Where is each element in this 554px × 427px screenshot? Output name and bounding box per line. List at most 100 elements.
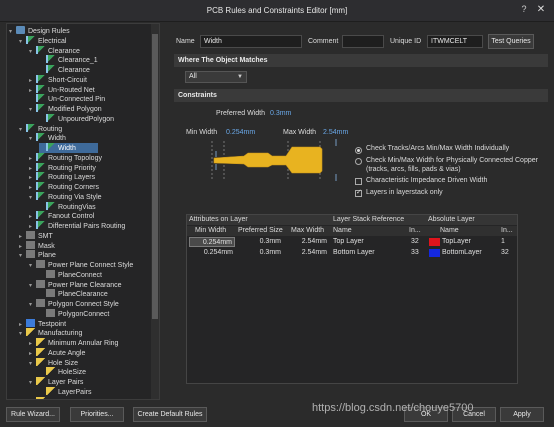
min-width-value[interactable]: 0.254mm xyxy=(226,129,255,136)
collapse-toggle-icon[interactable]: ▾ xyxy=(19,37,26,47)
rule-tree[interactable]: ▾ Design Rules ▾ Electrical ▾ Clearance Cleara… xyxy=(6,23,160,400)
collapse-toggle-icon[interactable]: ▾ xyxy=(29,134,36,144)
tree-item[interactable]: ▸ Routing Layers xyxy=(29,172,95,182)
row1-max-width[interactable]: 2.54mm xyxy=(285,237,329,247)
collapse-toggle-icon[interactable]: ▾ xyxy=(29,300,36,310)
collapse-toggle-icon[interactable]: ▾ xyxy=(19,125,26,135)
tree-item[interactable]: PlaneClearance xyxy=(39,289,108,299)
tree-item-label: Electrical xyxy=(38,37,67,45)
rule-icon xyxy=(36,182,45,190)
test-queries-button[interactable]: Test Queries xyxy=(488,34,534,49)
collapse-toggle-icon[interactable]: ▾ xyxy=(19,329,26,339)
match-scope-select[interactable]: All ▼ xyxy=(185,71,247,83)
tree-item[interactable]: Clearance xyxy=(39,65,90,75)
collapse-toggle-icon[interactable]: ▾ xyxy=(9,27,16,37)
tree-item[interactable]: ▾ Manufacturing xyxy=(19,328,82,338)
tree-item[interactable]: ▾ Power Plane Connect Style xyxy=(29,260,133,270)
collapse-toggle-icon[interactable]: ▾ xyxy=(19,251,26,261)
collapse-toggle-icon[interactable]: ▾ xyxy=(29,47,36,57)
tree-item[interactable]: ▾ Plane xyxy=(19,250,56,260)
tree-item[interactable]: ▾ Modified Polygon xyxy=(29,104,102,114)
yellow-icon xyxy=(46,386,55,395)
help-icon[interactable]: ? xyxy=(518,4,530,16)
row2-preferred-size[interactable]: 0.3mm xyxy=(237,248,283,258)
col-stack-index[interactable]: In... xyxy=(409,226,421,236)
row2-min-width[interactable]: 0.254mm xyxy=(189,248,235,258)
max-width-value[interactable]: 2.54mm xyxy=(323,129,348,136)
collapse-toggle-icon[interactable]: ▾ xyxy=(29,193,36,203)
tree-item[interactable]: ▸ Testpoint xyxy=(19,318,67,329)
individual-check-radio[interactable] xyxy=(355,147,362,154)
tree-item[interactable]: ▸ Routing Priority xyxy=(29,162,96,173)
preferred-width-value[interactable]: 0.3mm xyxy=(270,110,291,117)
tree-item[interactable]: ▸ Un-Routed Net xyxy=(29,84,95,95)
col-max-width[interactable]: Max Width xyxy=(291,226,324,236)
yellow-icon xyxy=(36,377,45,385)
tree-item[interactable]: ▾ Clearance xyxy=(29,45,80,57)
tree-item[interactable]: ▸ SMT xyxy=(19,230,53,241)
tree-item[interactable]: ▸ Acute Angle xyxy=(29,347,85,358)
layerstack-only-checkbox[interactable] xyxy=(355,188,362,197)
layer-attributes-table[interactable]: Attributes on Layer Layer Stack Referenc… xyxy=(186,214,518,384)
tree-item[interactable]: ▾ Electrical xyxy=(19,35,67,47)
tree-item[interactable]: ▾ Width xyxy=(29,133,66,143)
tree-item[interactable]: Width xyxy=(39,143,98,153)
row1-preferred-size[interactable]: 0.3mm xyxy=(237,237,283,247)
name-field[interactable]: Width xyxy=(200,35,302,48)
tree-item[interactable]: ▸ Routing Topology xyxy=(29,152,102,163)
row1-min-width[interactable]: 0.254mm xyxy=(189,237,235,247)
tree-item[interactable]: ▾ Layer Pairs xyxy=(29,377,83,387)
row1-stack-index: 32 xyxy=(411,238,419,245)
individual-check-label: Check Tracks/Arcs Min/Max Width Individu… xyxy=(366,145,510,152)
tree-item-label: HoleSize xyxy=(58,369,87,377)
priorities-button[interactable]: Priorities... xyxy=(70,407,124,422)
collapse-toggle-icon[interactable]: ▾ xyxy=(29,105,36,115)
collapse-toggle-icon[interactable]: ▾ xyxy=(29,281,36,291)
impedance-checkbox[interactable] xyxy=(355,178,362,185)
comment-label: Comment xyxy=(308,38,339,45)
expand-toggle-icon[interactable]: ▸ xyxy=(29,398,36,400)
col-preferred-size[interactable]: Preferred Size xyxy=(238,226,283,236)
row1-abs-name: TopLayer xyxy=(442,238,471,245)
collapse-toggle-icon[interactable]: ▾ xyxy=(29,359,36,369)
collapse-toggle-icon[interactable]: ▾ xyxy=(29,261,36,271)
tree-item-label: Testpoint xyxy=(38,320,67,328)
tree-item[interactable]: ▾ Power Plane Clearance xyxy=(29,279,122,291)
tree-item[interactable]: ▾ Hole Size xyxy=(29,357,78,369)
tree-scrollbar-thumb[interactable] xyxy=(152,34,158,319)
tree-item[interactable]: LayerPairs xyxy=(39,386,91,397)
tree-item[interactable]: Clearance_1 xyxy=(39,55,98,65)
tree-item[interactable]: ▸ Short-Circuit xyxy=(29,74,87,85)
close-icon[interactable]: ✕ xyxy=(534,3,548,17)
tree-item[interactable]: RoutingVias xyxy=(39,201,96,212)
tree-item[interactable]: ▸ Routing Corners xyxy=(29,182,99,192)
col-stack-name[interactable]: Name xyxy=(333,226,352,236)
tree-scrollbar[interactable] xyxy=(151,24,159,399)
tree-item[interactable]: PolygonConnect xyxy=(39,308,109,319)
group-absolute-layer-header: Absolute Layer xyxy=(428,216,475,223)
comment-field[interactable] xyxy=(342,35,384,48)
col-abs-name[interactable]: Name xyxy=(440,226,459,236)
col-min-width[interactable]: Min Width xyxy=(195,226,226,236)
tree-item[interactable]: ▸ Mask xyxy=(19,240,55,251)
tree-item[interactable]: ▸ Differential Pairs Routing xyxy=(29,221,125,231)
tree-item[interactable]: ▾ Design Rules xyxy=(9,26,70,36)
collapse-toggle-icon[interactable]: ▾ xyxy=(29,378,36,388)
tree-item[interactable]: ▾ Routing xyxy=(19,123,62,135)
tree-item[interactable]: HoleSize xyxy=(39,367,86,377)
connected-copper-radio[interactable] xyxy=(355,158,362,165)
tree-item[interactable]: ▸ Hole To Hole Clearance xyxy=(29,396,122,400)
rule-wizard-button[interactable]: Rule Wizard... xyxy=(6,407,60,422)
tree-item[interactable]: UnpouredPolygon xyxy=(39,113,114,124)
apply-button[interactable]: Apply xyxy=(500,407,544,422)
tree-item[interactable]: ▾ Polygon Connect Style xyxy=(29,299,119,309)
tree-item[interactable]: ▸ Fanout Control xyxy=(29,211,94,221)
create-default-rules-button[interactable]: Create Default Rules xyxy=(133,407,207,422)
tree-item[interactable]: Un-Connected Pin xyxy=(29,94,105,104)
col-abs-index[interactable]: In... xyxy=(501,226,513,236)
tree-item[interactable]: ▾ Routing Via Style xyxy=(29,191,102,203)
unique-id-field[interactable]: ITWMCELT xyxy=(427,35,483,48)
tree-item[interactable]: PlaneConnect xyxy=(39,269,102,280)
row2-max-width[interactable]: 2.54mm xyxy=(285,248,329,258)
tree-item[interactable]: ▸ Minimum Annular Ring xyxy=(29,338,118,348)
